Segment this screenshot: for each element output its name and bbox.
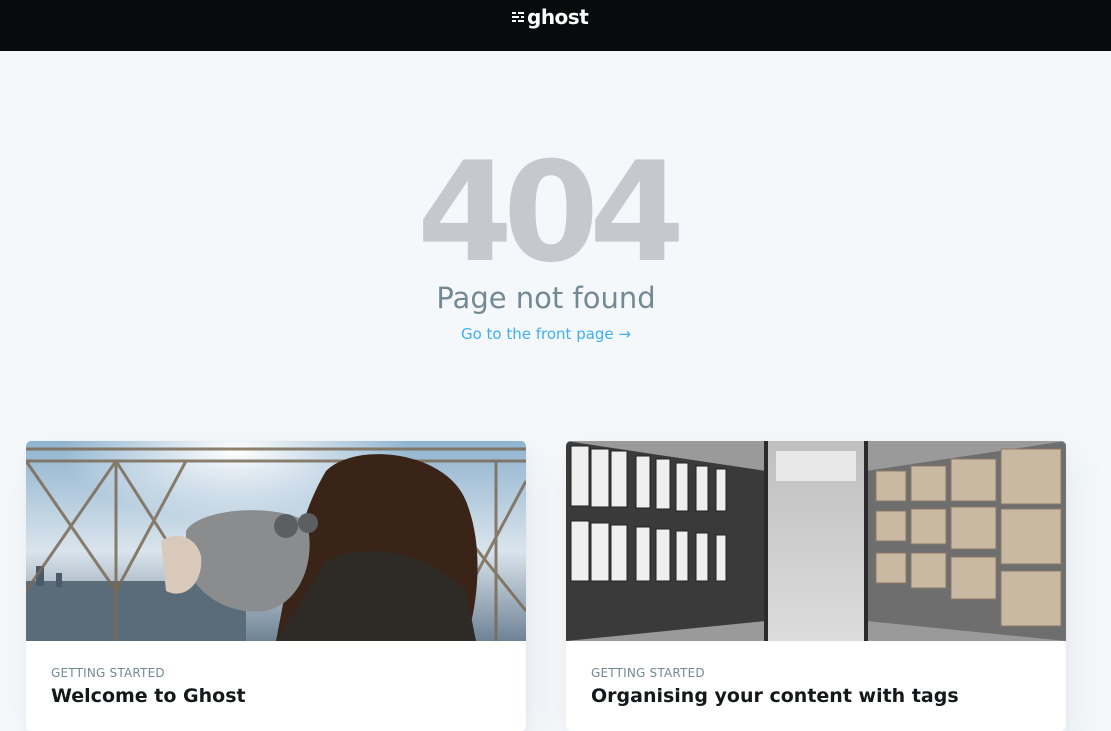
error-code: 404 [416,132,685,293]
card-tag[interactable]: GETTING STARTED [591,666,705,680]
card-image-observation [26,441,526,641]
post-card-tags[interactable]: GETTING STARTED Organising your content … [566,441,1066,731]
ghost-logo-icon [512,12,524,22]
card-title[interactable]: Organising your content with tags [591,684,959,708]
card-image-archive [566,441,1066,641]
front-page-link[interactable]: Go to the front page → [0,324,1092,344]
logo-text: ghost [527,5,589,29]
card-tag[interactable]: GETTING STARTED [51,666,165,680]
site-logo-link[interactable]: ghost [512,4,589,30]
error-description: Page not found [436,281,656,315]
site-header: ghost [0,0,1111,51]
post-card-welcome[interactable]: GETTING STARTED Welcome to Ghost [26,441,526,731]
card-title[interactable]: Welcome to Ghost [51,684,246,708]
